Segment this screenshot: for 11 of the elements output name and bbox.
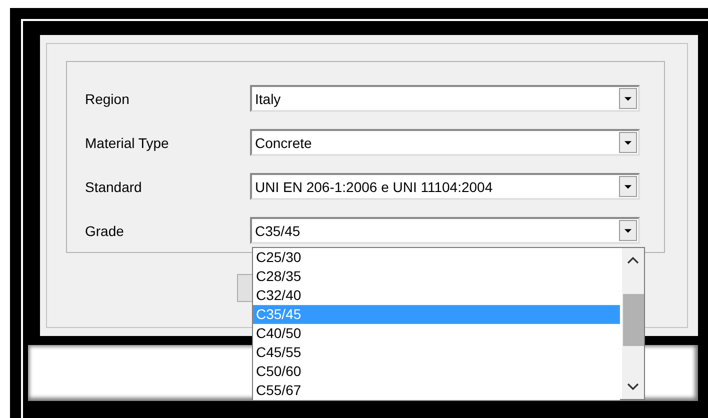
- field-label: Region: [85, 90, 130, 106]
- field-label: Grade: [85, 222, 125, 238]
- chevron-down-icon[interactable]: [627, 383, 639, 391]
- combo-box[interactable]: C35/45: [250, 217, 640, 244]
- combo-box[interactable]: Italy: [250, 85, 640, 112]
- field-label: Standard: [85, 178, 143, 194]
- scroll-bar[interactable]: [622, 248, 644, 399]
- chevron-up-icon[interactable]: [627, 256, 639, 264]
- field-label: Material Type: [85, 134, 170, 150]
- combo-box[interactable]: Concrete: [250, 129, 640, 156]
- combo-box[interactable]: UNI EN 206-1:2006 e UNI 11104:2004: [250, 173, 640, 200]
